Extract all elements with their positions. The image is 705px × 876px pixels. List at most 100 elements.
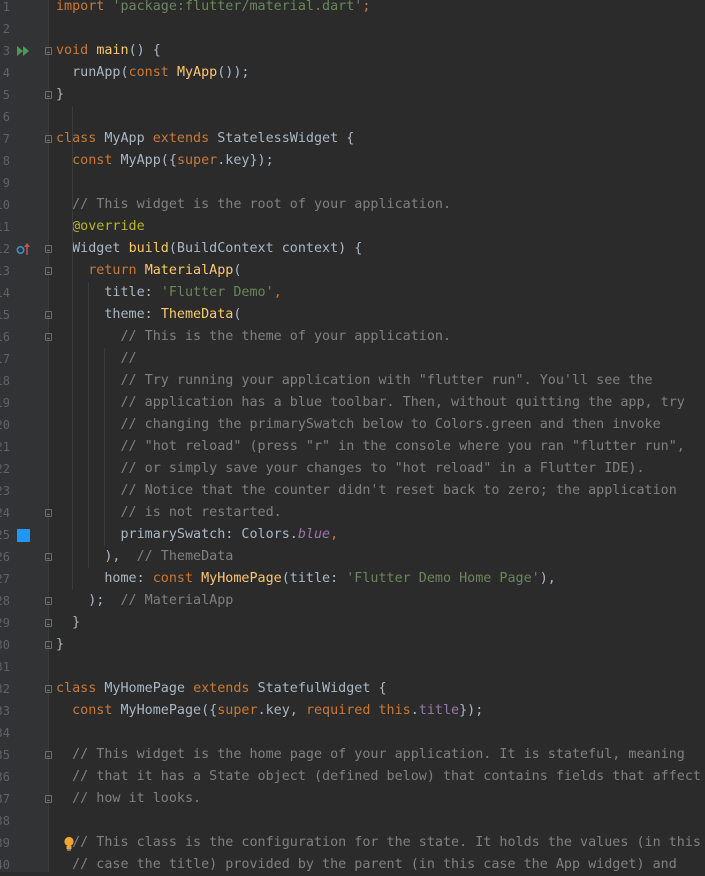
fold-marker-icon[interactable]	[45, 795, 52, 803]
fold-marker-icon[interactable]	[45, 553, 52, 561]
code-token: // Try running your application with "fl…	[56, 373, 653, 388]
code-text: // that it has a State object (defined b…	[56, 766, 701, 788]
code-line[interactable]: 17 //	[0, 348, 705, 370]
code-token: );	[56, 593, 105, 608]
code-line[interactable]: 4 runApp(const MyApp());	[0, 62, 705, 84]
fold-marker-icon[interactable]	[45, 509, 52, 517]
code-line[interactable]: 9	[0, 172, 705, 194]
fold-marker-icon[interactable]	[45, 311, 52, 319]
code-token: runApp(	[56, 65, 129, 80]
fold-marker-icon[interactable]	[45, 619, 52, 627]
fold-marker-icon[interactable]	[45, 751, 52, 759]
code-text: // how it looks.	[56, 788, 201, 810]
line-number: 25	[0, 528, 10, 542]
line-number: 2	[2, 22, 10, 36]
code-line[interactable]: 22 // or simply save your changes to "ho…	[0, 458, 705, 480]
code-line[interactable]: 27 home: const MyHomePage(title: 'Flutte…	[0, 568, 705, 590]
line-number: 38	[0, 814, 10, 828]
code-line[interactable]: 7 class MyApp extends StatelessWidget {	[0, 128, 705, 150]
code-token: // how it looks.	[56, 791, 202, 806]
code-line[interactable]: 30}	[0, 634, 705, 656]
code-line[interactable]: 15 theme: ThemeData(	[0, 304, 705, 326]
code-text: // This widget is the root of your appli…	[56, 194, 451, 216]
code-line[interactable]: 19 // application has a blue toolbar. Th…	[0, 392, 705, 414]
code-line[interactable]: 11 @override	[0, 216, 705, 238]
code-text: //	[56, 348, 137, 370]
code-line[interactable]: 14 title: 'Flutter Demo',	[0, 282, 705, 304]
code-line[interactable]: 40 // case the title) provided by the pa…	[0, 854, 705, 876]
line-number: 16	[0, 330, 10, 344]
code-token: // MaterialApp	[104, 593, 234, 608]
code-token: const	[56, 703, 121, 718]
fold-marker-icon[interactable]	[45, 135, 52, 143]
code-token: ThemeData	[160, 307, 234, 322]
code-text: runApp(const MyApp());	[56, 62, 249, 84]
code-token: //	[56, 351, 137, 366]
override-gutter-icon[interactable]	[16, 242, 32, 256]
code-line[interactable]: 10 // This widget is the root of your ap…	[0, 194, 705, 216]
code-line[interactable]: 38	[0, 810, 705, 832]
code-line[interactable]: 31	[0, 656, 705, 678]
code-token: MyHomePage	[201, 571, 282, 586]
fold-marker-icon[interactable]	[45, 641, 52, 649]
code-token: // that it has a State object (defined b…	[56, 769, 701, 784]
fold-marker-icon[interactable]	[45, 267, 52, 275]
code-token: StatelessWidget {	[217, 131, 355, 146]
code-line[interactable]: 34	[0, 722, 705, 744]
fold-marker-icon[interactable]	[45, 91, 52, 99]
code-token: (	[233, 307, 242, 322]
line-number: 24	[0, 506, 10, 520]
code-line[interactable]: 1 import 'package:flutter/material.dart';	[0, 0, 705, 18]
code-line[interactable]: 18 // Try running your application with …	[0, 370, 705, 392]
code-line[interactable]: 32 class MyHomePage extends StatefulWidge…	[0, 678, 705, 700]
code-token: (title:	[281, 571, 347, 586]
code-token: }	[56, 87, 65, 102]
code-text: class MyHomePage extends StatefulWidget …	[56, 678, 387, 700]
line-number: 3	[2, 44, 10, 58]
code-line[interactable]: 35 // This widget is the home page of yo…	[0, 744, 705, 766]
code-line[interactable]: 25 primarySwatch: Colors.blue,	[0, 524, 705, 546]
fold-marker-icon[interactable]	[45, 47, 52, 55]
code-token: title	[418, 703, 460, 718]
code-token: const	[128, 65, 177, 80]
line-number: 5	[2, 88, 10, 102]
code-token: home:	[56, 571, 153, 586]
code-line[interactable]: 23 // Notice that the counter didn't res…	[0, 480, 705, 502]
color-swatch-icon[interactable]	[17, 529, 30, 542]
code-line[interactable]: 24 // is not restarted.	[0, 502, 705, 524]
code-line[interactable]: 3 void main() {	[0, 40, 705, 62]
code-line[interactable]: 20 // changing the primarySwatch below t…	[0, 414, 705, 436]
code-token: Widget	[56, 241, 129, 256]
code-line[interactable]: 33 const MyHomePage({super.key, required…	[0, 700, 705, 722]
code-editor[interactable]: 1 import 'package:flutter/material.dart';…	[0, 0, 705, 872]
fold-marker-icon[interactable]	[45, 245, 52, 253]
code-line[interactable]: 13 return MaterialApp(	[0, 260, 705, 282]
code-token: // changing the primarySwatch below to C…	[56, 417, 661, 432]
code-line[interactable]: 5}	[0, 84, 705, 106]
code-line[interactable]: 12 Widget build(BuildContext context) {	[0, 238, 705, 260]
fold-marker-icon[interactable]	[45, 333, 52, 341]
code-line[interactable]: 8 const MyApp({super.key});	[0, 150, 705, 172]
code-line[interactable]: 36 // that it has a State object (define…	[0, 766, 705, 788]
code-line[interactable]: 16 // This is the theme of your applicat…	[0, 326, 705, 348]
code-line[interactable]: 29 }	[0, 612, 705, 634]
fold-marker-icon[interactable]	[45, 685, 52, 693]
code-token: ;	[362, 0, 371, 14]
code-line[interactable]: 26 ), // ThemeData	[0, 546, 705, 568]
code-line[interactable]: 28 ); // MaterialApp	[0, 590, 705, 612]
code-line[interactable]: 37 // how it looks.	[0, 788, 705, 810]
code-line[interactable]: 21 // "hot reload" (press "r" in the con…	[0, 436, 705, 458]
code-line[interactable]: 39 // This class is the configuration fo…	[0, 832, 705, 854]
code-text: // case the title) provided by the paren…	[56, 854, 677, 876]
code-text: const MyHomePage({super.key, required th…	[56, 700, 483, 722]
line-number: 18	[0, 374, 10, 388]
code-token: }	[56, 637, 65, 652]
code-token: () {	[128, 43, 161, 58]
fold-marker-icon[interactable]	[45, 597, 52, 605]
run-gutter-icon[interactable]	[17, 45, 31, 57]
code-text: // "hot reload" (press "r" in the consol…	[56, 436, 684, 458]
code-text: // This is the theme of your application…	[56, 326, 451, 348]
line-number: 26	[0, 550, 10, 564]
code-line[interactable]: 2	[0, 18, 705, 40]
code-line[interactable]: 6	[0, 106, 705, 128]
